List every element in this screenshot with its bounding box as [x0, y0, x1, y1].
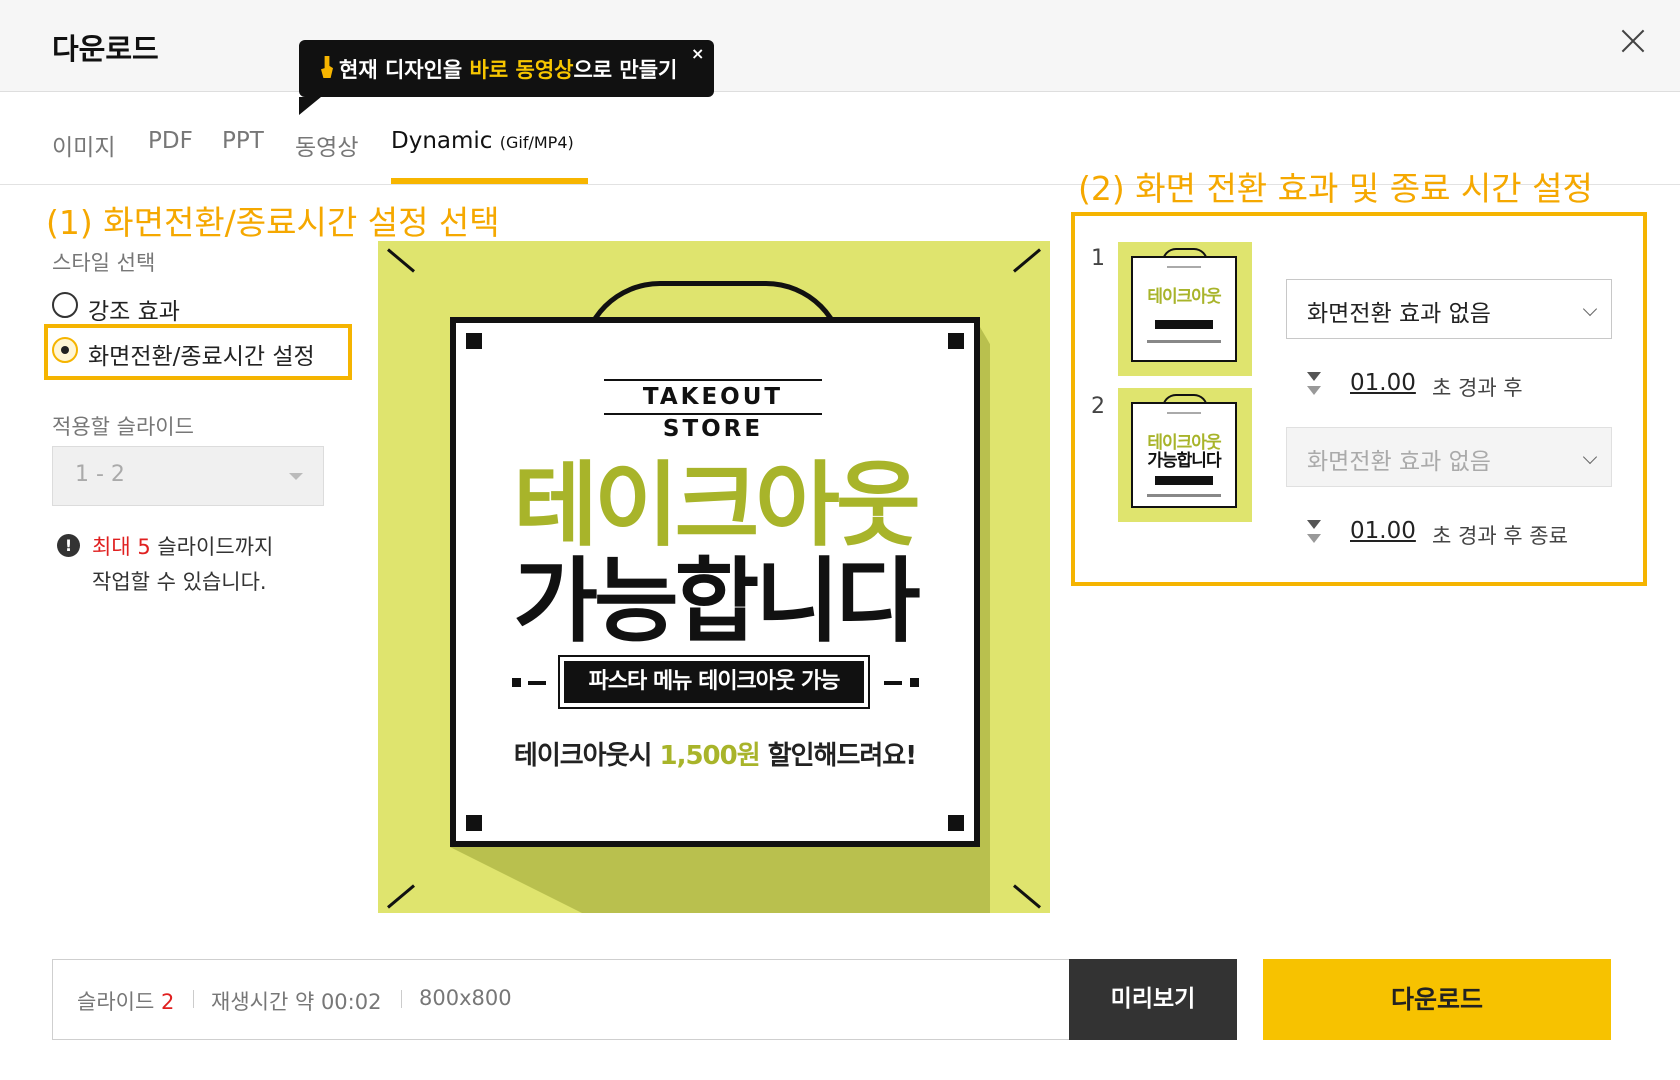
- poster-deco: [910, 678, 919, 687]
- tab-video[interactable]: 동영상: [295, 128, 358, 162]
- pointing-hand-icon: [321, 56, 333, 78]
- slides-info: 슬라이드 2: [77, 986, 174, 1016]
- dialog-title: 다운로드: [52, 32, 159, 66]
- tab-dynamic-label: Dynamic: [391, 128, 493, 154]
- chevron-down-icon: [1582, 449, 1598, 465]
- tab-dynamic-sub: (Gif/MP4): [499, 133, 574, 152]
- thumb-promo-line: [1147, 494, 1221, 497]
- promo-price: 1,500원: [659, 741, 760, 771]
- corner-mark: [387, 884, 415, 909]
- radio-emphasis-effect[interactable]: 강조 효과: [52, 288, 252, 325]
- thumb-poster: 테이크아웃: [1131, 256, 1237, 362]
- poster-promo: 테이크아웃시 1,500원 할인해드려요!: [456, 735, 974, 772]
- radio-circle[interactable]: [52, 292, 78, 318]
- slide-range-value: 1 - 2: [75, 462, 125, 487]
- thumb-store: [1167, 266, 1201, 268]
- radio-label: 화면전환/종료시간 설정: [88, 344, 315, 370]
- promo-post: 할인해드려요!: [759, 741, 917, 771]
- notice-limit: 최대 5: [92, 535, 151, 559]
- thumb-menu-bar: [1155, 320, 1213, 329]
- close-icon[interactable]: [1618, 26, 1648, 56]
- corner-mark: [1013, 248, 1041, 273]
- radio-transition-timing[interactable]: 화면전환/종료시간 설정: [52, 333, 342, 370]
- dialog-header: 다운로드: [0, 0, 1680, 92]
- slide-thumbnail-1[interactable]: 테이크아웃: [1118, 242, 1252, 376]
- poster-corner-square: [948, 815, 964, 831]
- poster-store-name: TAKEOUT STORE: [604, 379, 822, 442]
- tab-ppt[interactable]: PPT: [222, 128, 264, 154]
- slides-count: 2: [160, 990, 175, 1014]
- poster-corner-square: [466, 815, 482, 831]
- exclamation-icon: !: [57, 534, 80, 557]
- transition-select-value: 화면전환 효과 없음: [1307, 449, 1491, 475]
- timer-suffix-2: 초 경과 후 종료: [1432, 524, 1568, 548]
- poster-deco: [512, 678, 521, 687]
- download-button[interactable]: 다운로드: [1263, 959, 1611, 1040]
- video-tooltip: 현재 디자인을 바로 동영상으로 만들기 ×: [299, 40, 714, 115]
- chevron-down-icon: [1582, 301, 1598, 317]
- stepper-icon[interactable]: [1306, 520, 1322, 546]
- design-preview: TAKEOUT STORE 테이크아웃 가능합니다 파스타 메뉴 테이크아웃 가…: [378, 241, 1050, 913]
- tooltip-text-post: 으로 만들기: [573, 58, 678, 82]
- tooltip-text-pre: 현재 디자인을: [339, 58, 470, 82]
- style-select-label: 스타일 선택: [52, 251, 156, 275]
- poster-headline-2: 가능합니다: [513, 548, 920, 655]
- timer-value-1[interactable]: 01.00: [1350, 370, 1416, 396]
- poster-corner-square: [948, 333, 964, 349]
- caret-down-icon: [289, 473, 303, 480]
- notice-line1: 슬라이드까지: [150, 535, 274, 559]
- duration-info: 재생시간 약 00:02: [211, 990, 382, 1014]
- slide-range-select[interactable]: 1 - 2: [52, 446, 324, 506]
- download-info-bar: 슬라이드 2 재생시간 약 00:02 800x800: [52, 959, 1070, 1040]
- transition-select-value: 화면전환 효과 없음: [1307, 301, 1491, 327]
- slide-range-label: 적용할 슬라이드: [52, 415, 194, 439]
- info-separator: [193, 990, 194, 1008]
- slide-limit-notice: 최대 5 슬라이드까지 작업할 수 있습니다.: [92, 530, 273, 600]
- poster-menu-text: 파스타 메뉴 테이크아웃 가능: [564, 661, 864, 703]
- thumb-headline-2: 가능합니다: [1147, 451, 1221, 471]
- size-info: 800x800: [419, 986, 512, 1010]
- poster-deco: [528, 681, 546, 685]
- transition-select-1[interactable]: 화면전환 효과 없음: [1286, 279, 1612, 339]
- radio-circle-selected[interactable]: [52, 337, 78, 363]
- thumb-store: [1167, 412, 1201, 414]
- corner-mark: [387, 248, 415, 273]
- notice-line2: 작업할 수 있습니다.: [92, 570, 267, 594]
- thumb-promo-line: [1147, 340, 1221, 343]
- slide-number-2: 2: [1091, 394, 1105, 419]
- tooltip-close-icon[interactable]: ×: [691, 44, 704, 63]
- stepper-icon[interactable]: [1306, 372, 1322, 398]
- slides-label: 슬라이드: [77, 990, 155, 1014]
- timer-suffix-1: 초 경과 후: [1432, 376, 1523, 400]
- tab-pdf[interactable]: PDF: [148, 128, 193, 154]
- poster-menu-box: 파스타 메뉴 테이크아웃 가능: [558, 655, 870, 709]
- timer-value-2[interactable]: 01.00: [1350, 518, 1416, 544]
- transition-select-2[interactable]: 화면전환 효과 없음: [1286, 427, 1612, 487]
- info-separator: [401, 990, 402, 1008]
- tab-dynamic[interactable]: Dynamic (Gif/MP4): [391, 128, 574, 154]
- preview-button[interactable]: 미리보기: [1069, 959, 1237, 1040]
- promo-pre: 테이크아웃시: [513, 741, 660, 771]
- radio-label: 강조 효과: [88, 299, 180, 325]
- poster: TAKEOUT STORE 테이크아웃 가능합니다 파스타 메뉴 테이크아웃 가…: [450, 317, 980, 847]
- thumb-menu-bar: [1155, 476, 1213, 485]
- corner-mark: [1013, 884, 1041, 909]
- thumb-headline: 테이크아웃: [1147, 287, 1221, 307]
- slide-number-1: 1: [1091, 246, 1105, 271]
- annotation-step2: (2) 화면 전환 효과 및 종료 시간 설정: [1078, 169, 1593, 208]
- tab-image[interactable]: 이미지: [52, 128, 115, 162]
- thumb-poster: 테이크아웃 가능합니다: [1131, 402, 1237, 508]
- poster-deco: [884, 681, 902, 685]
- tooltip-highlight: 바로 동영상: [469, 58, 574, 82]
- poster-corner-square: [466, 333, 482, 349]
- annotation-step1: (1) 화면전환/종료시간 설정 선택: [46, 203, 500, 242]
- tooltip-text: 현재 디자인을 바로 동영상으로 만들기: [339, 54, 677, 84]
- slide-thumbnail-2[interactable]: 테이크아웃 가능합니다: [1118, 388, 1252, 522]
